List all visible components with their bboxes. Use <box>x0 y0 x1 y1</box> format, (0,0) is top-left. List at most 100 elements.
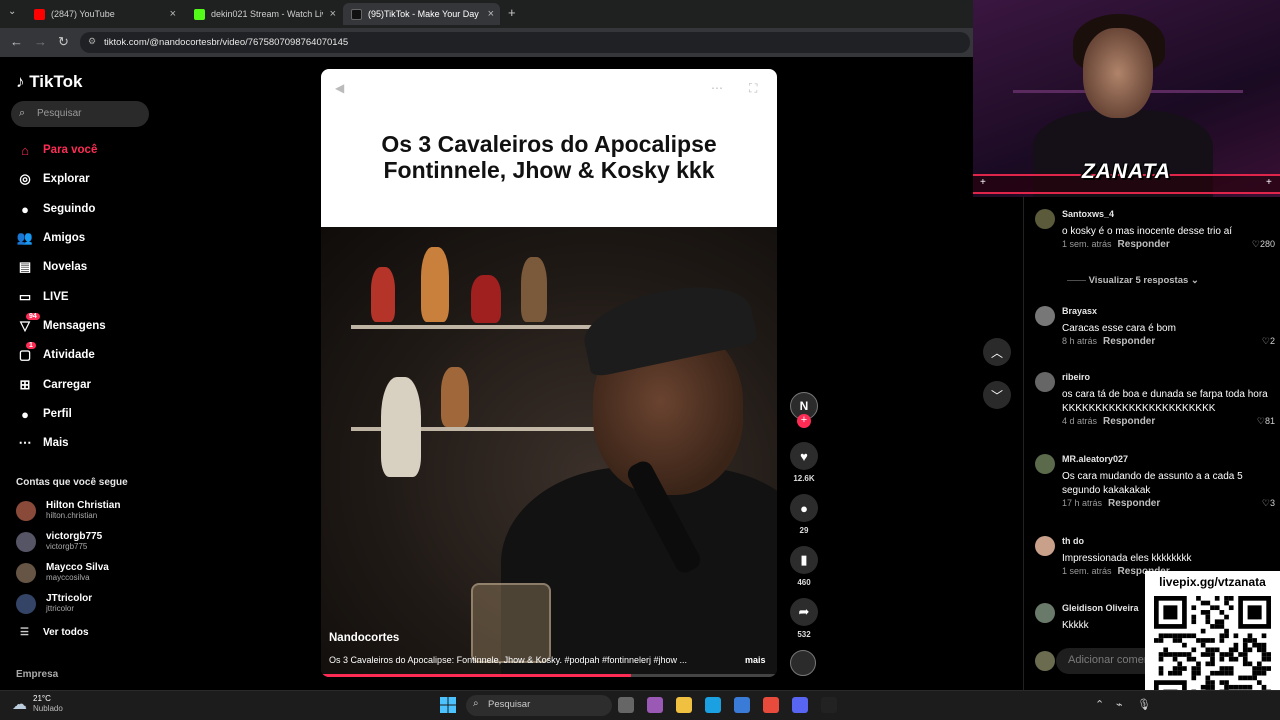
url-field[interactable]: ⚙ tiktok.com/@nandocortesbr/video/767580… <box>80 32 970 53</box>
avatar[interactable] <box>1035 209 1055 229</box>
footer-company-link[interactable]: Empresa <box>16 669 58 680</box>
followed-account[interactable]: Hilton Christian hilton.christian <box>16 500 120 521</box>
video-author[interactable]: Nandocortes <box>329 632 399 644</box>
reply-button[interactable]: Responder <box>1108 498 1160 509</box>
nav-item-4[interactable]: ▤ Novelas <box>16 257 87 277</box>
like-button[interactable]: ♥ 12.6K <box>790 442 818 483</box>
weather-widget[interactable]: ☁ 21°C Nublado <box>12 694 63 714</box>
windows-start-icon[interactable] <box>440 697 456 713</box>
follow-button[interactable]: + <box>797 414 811 428</box>
tab-tiktok[interactable]: (95)TikTok - Make Your Day × <box>343 3 500 25</box>
video-progress-bar[interactable] <box>321 674 777 677</box>
taskbar-search[interactable]: ⌕ Pesquisar <box>466 695 612 716</box>
next-video-button[interactable]: ﹀ <box>983 381 1011 409</box>
search-icon: ⌕ <box>19 107 26 119</box>
comment-button[interactable]: ● 29 <box>790 494 818 535</box>
obs-icon[interactable] <box>821 697 837 713</box>
qr-module <box>1191 619 1197 625</box>
qr-module <box>1200 638 1206 643</box>
followed-account[interactable]: Maycco Silva mayccosilva <box>16 562 109 583</box>
followed-account[interactable]: victorgb775 victorgb775 <box>16 531 102 552</box>
qr-module <box>1242 684 1248 690</box>
reply-button[interactable]: Responder <box>1103 336 1155 347</box>
followed-account[interactable]: JTtricolor jttricolor <box>16 593 92 614</box>
qr-module <box>1191 647 1197 653</box>
nav-item-9[interactable]: ● Perfil <box>16 404 72 424</box>
comment-user[interactable]: MR.aleatory027 <box>1062 454 1128 464</box>
nav-item-8[interactable]: ⊞ Carregar <box>16 375 91 395</box>
task-view-icon[interactable] <box>618 697 634 713</box>
comment-like-count: 3 <box>1269 498 1275 508</box>
nav-item-3[interactable]: 👥 Amigos <box>16 228 85 248</box>
volume-icon[interactable]: ◀ <box>335 81 344 95</box>
comment-like-button[interactable]: ♡81 <box>1257 416 1275 427</box>
tab-list-chevron-icon[interactable]: ⌄ <box>8 6 16 17</box>
see-all-link[interactable]: ☰ Ver todos <box>20 627 89 638</box>
qr-module <box>1196 661 1201 667</box>
comment-user[interactable]: Santoxws_4 <box>1062 209 1114 219</box>
reload-icon[interactable]: ↻ <box>58 34 69 50</box>
avatar[interactable] <box>1035 306 1055 326</box>
nav-item-5[interactable]: ▭ LIVE <box>16 287 69 307</box>
nav-label: Mensagens <box>43 320 106 332</box>
comment-user[interactable]: Gleidison Oliveira <box>1062 603 1139 613</box>
video-progress-fill <box>321 674 632 677</box>
nav-item-2[interactable]: ● Seguindo <box>16 199 95 219</box>
search-input[interactable]: ⌕ Pesquisar <box>11 101 149 127</box>
avatar[interactable] <box>1035 454 1055 474</box>
network-icon[interactable]: ⌁ <box>1116 698 1123 711</box>
caption-more-button[interactable]: mais <box>745 655 766 665</box>
forward-arrow-icon[interactable]: → <box>34 34 47 49</box>
store-icon[interactable] <box>734 697 750 713</box>
file-explorer-icon[interactable] <box>676 697 692 713</box>
comment-user[interactable]: ribeiro <box>1062 372 1090 382</box>
copilot-icon[interactable] <box>647 697 663 713</box>
tab-kick[interactable]: dekin021 Stream - Watch Live o × <box>186 3 342 25</box>
figurine <box>381 377 421 477</box>
profile-avatar-icon: ● <box>21 406 29 422</box>
tray-chevron-up-icon[interactable]: ⌃ <box>1095 698 1104 711</box>
close-tab-icon[interactable]: × <box>170 8 176 20</box>
nav-item-7[interactable]: ▢ 1 Atividade <box>16 342 95 365</box>
share-button[interactable]: ➦ 532 <box>790 598 818 639</box>
save-button[interactable]: ▮ 460 <box>790 546 818 587</box>
discord-icon[interactable] <box>792 697 808 713</box>
comment-user[interactable]: th do <box>1062 536 1084 546</box>
microphone-icon[interactable]: 🎙 <box>1137 698 1151 711</box>
tab-youtube[interactable]: (2847) YouTube × <box>26 3 182 25</box>
edge-icon[interactable] <box>705 697 721 713</box>
comment-like-button[interactable]: ♡280 <box>1252 239 1275 250</box>
qr-module <box>1205 652 1211 657</box>
site-info-icon[interactable]: ⚙ <box>88 36 96 47</box>
comment-time: 4 d atrás <box>1062 416 1098 426</box>
more-options-icon[interactable]: ⋯ <box>711 81 723 95</box>
nav-item-0[interactable]: ⌂ Para você <box>16 140 97 160</box>
comment-like-button[interactable]: ♡2 <box>1262 336 1275 347</box>
back-arrow-icon[interactable]: ← <box>10 34 23 49</box>
chrome-icon[interactable] <box>763 697 779 713</box>
view-replies-button[interactable]: —— Visualizar 5 respostas ⌄ <box>1067 275 1199 286</box>
reply-button[interactable]: Responder <box>1103 416 1155 427</box>
avatar[interactable] <box>1035 536 1055 556</box>
comment-like-button[interactable]: ♡3 <box>1262 498 1275 509</box>
comment-user[interactable]: Brayasx <box>1062 306 1097 316</box>
nav-item-10[interactable]: ⋯ Mais <box>16 433 69 453</box>
tiktok-logo[interactable]: ♪ TikTok <box>16 72 82 92</box>
qr-module <box>1205 610 1211 615</box>
new-tab-button[interactable]: + <box>508 5 516 20</box>
reply-button[interactable]: Responder <box>1118 239 1170 250</box>
close-tab-icon[interactable]: × <box>488 8 494 20</box>
music-note-icon: ♪ <box>16 72 25 91</box>
avatar[interactable] <box>1035 372 1055 392</box>
share-count: 532 <box>797 630 811 639</box>
previous-video-button[interactable]: ︿ <box>983 338 1011 366</box>
account-name: JTtricolor <box>46 593 93 604</box>
sidebar: ♪ TikTok ⌕ Pesquisar ⌂ Para você ◎ Explorar… <box>0 57 160 690</box>
avatar[interactable] <box>1035 603 1055 623</box>
close-tab-icon[interactable]: × <box>330 8 336 20</box>
nav-item-1[interactable]: ◎ Explorar <box>16 169 89 189</box>
music-disc-icon[interactable] <box>790 650 816 676</box>
fullscreen-icon[interactable]: ⛶ <box>749 81 757 96</box>
video-player[interactable]: Os 3 Cavaleiros do Apocalipse Fontinnele… <box>321 69 777 677</box>
nav-item-6[interactable]: ▽ 94 Mensagens <box>16 313 106 336</box>
